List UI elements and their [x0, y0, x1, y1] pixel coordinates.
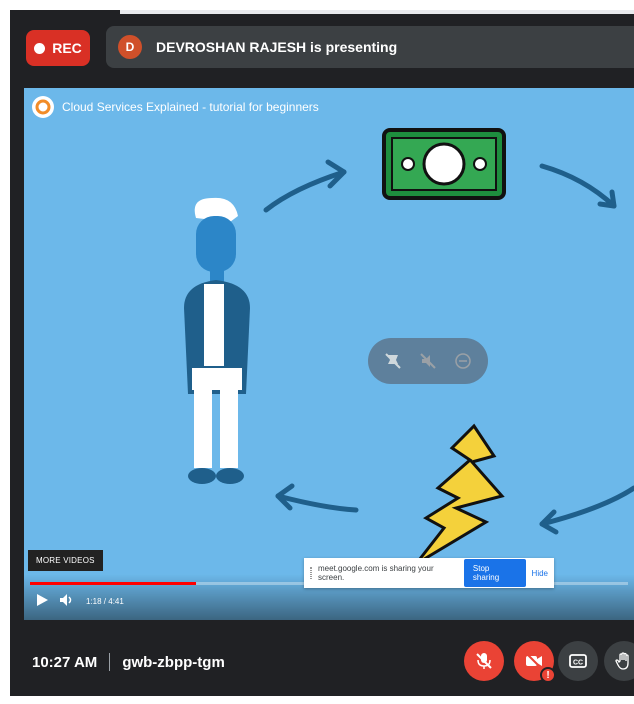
drag-handle-icon[interactable]	[310, 567, 312, 579]
remove-icon[interactable]	[454, 352, 472, 370]
raise-hand-button[interactable]	[604, 641, 634, 681]
hide-button[interactable]: Hide	[532, 569, 548, 578]
channel-logo-icon	[32, 96, 54, 118]
record-dot-icon	[34, 42, 46, 54]
mute-audio-icon[interactable]	[419, 352, 437, 370]
meeting-code[interactable]: gwb-zbpp-tgm	[122, 654, 224, 671]
divider	[109, 653, 111, 671]
hand-icon	[615, 652, 629, 670]
captions-button[interactable]: CC	[558, 641, 598, 681]
rec-label: REC	[52, 40, 82, 56]
shared-screen-video[interactable]: Cloud Services Explained - tutorial for …	[24, 88, 634, 620]
play-icon[interactable]	[36, 594, 48, 608]
unpin-icon[interactable]	[384, 352, 402, 370]
browser-edge	[120, 10, 634, 14]
video-title-bar[interactable]: Cloud Services Explained - tutorial for …	[32, 96, 319, 118]
mic-toggle-button[interactable]	[464, 641, 504, 681]
volume-icon[interactable]	[60, 594, 74, 608]
more-videos-button[interactable]: MORE VIDEOS	[28, 550, 103, 571]
mic-off-icon	[476, 653, 492, 669]
money-bill-icon	[382, 128, 506, 200]
progress-fill	[30, 582, 197, 585]
lightning-icon	[414, 423, 505, 566]
closed-captions-icon: CC	[569, 654, 587, 668]
camera-toggle-button[interactable]: !	[514, 641, 556, 683]
screen-share-notice: meet.google.com is sharing your screen. …	[304, 558, 554, 588]
screen-share-overlay-controls	[368, 338, 488, 384]
share-notice-text: meet.google.com is sharing your screen.	[318, 564, 434, 582]
video-title[interactable]: Cloud Services Explained - tutorial for …	[62, 100, 319, 114]
video-illustration	[184, 128, 634, 566]
clock-time: 10:27 AM	[32, 653, 98, 671]
video-time: 1:18 / 4:41	[86, 596, 124, 606]
presenting-banner: D DEVROSHAN RAJESH is presenting	[106, 26, 634, 68]
meet-window: REC D DEVROSHAN RAJESH is presenting Clo…	[10, 10, 634, 696]
recording-indicator: REC	[26, 30, 90, 66]
video-off-icon	[525, 652, 543, 670]
person-illustration	[184, 197, 250, 484]
warning-badge: !	[540, 667, 556, 683]
meeting-info: 10:27 AM gwb-zbpp-tgm	[32, 653, 225, 671]
avatar: D	[118, 35, 142, 59]
svg-text:CC: CC	[573, 660, 583, 667]
stop-sharing-button[interactable]: Stop sharing	[463, 559, 526, 587]
presenting-text: DEVROSHAN RAJESH is presenting	[156, 39, 398, 55]
